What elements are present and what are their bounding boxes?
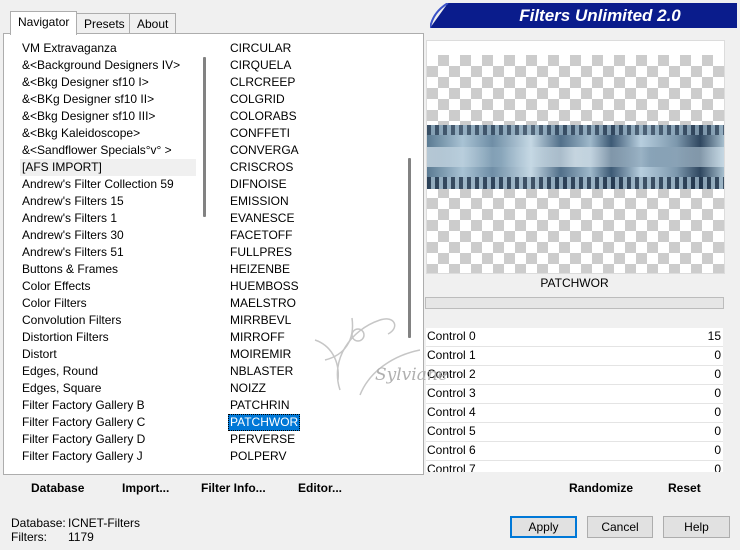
filter-item[interactable]: COLORABS <box>228 108 400 125</box>
control-value[interactable]: 0 <box>714 404 721 421</box>
editor-button[interactable]: Editor... <box>298 481 342 495</box>
tab-presets[interactable]: Presets <box>76 13 133 34</box>
filter-item[interactable]: PERVERSE <box>228 431 400 448</box>
category-item[interactable]: Filter Factory Gallery C <box>20 414 196 431</box>
control-row[interactable]: Control 7 0 <box>426 461 723 472</box>
category-item[interactable]: Andrew's Filters 30 <box>20 227 196 244</box>
filter-item[interactable]: CIRCULAR <box>228 40 400 57</box>
selected-filter-name: PATCHWOR <box>540 276 609 290</box>
category-item[interactable]: &<Bkg Designer sf10 III> <box>20 108 196 125</box>
filters-value: 1179 <box>68 530 94 544</box>
import-button[interactable]: Import... <box>122 481 169 495</box>
control-row[interactable]: Control 6 0 <box>426 442 723 461</box>
category-item[interactable]: VM Extravaganza <box>20 40 196 57</box>
filter-item[interactable]: CRISCROS <box>228 159 400 176</box>
filter-item[interactable]: POLPERV <box>228 448 400 465</box>
control-row[interactable]: Control 5 0 <box>426 423 723 442</box>
tab-navigator[interactable]: Navigator <box>10 11 78 35</box>
category-item[interactable]: &<BKg Designer sf10 II> <box>20 91 196 108</box>
control-row[interactable]: Control 40 <box>426 404 723 423</box>
category-scroll-thumb[interactable] <box>203 57 206 217</box>
category-item[interactable]: Convolution Filters <box>20 312 196 329</box>
filter-item[interactable]: EVANESCE <box>228 210 400 227</box>
preview-image <box>427 125 724 189</box>
category-item[interactable]: &<Sandflower Specials°v° > <box>20 142 196 159</box>
filter-item[interactable]: HEIZENBE <box>228 261 400 278</box>
control-value[interactable]: 0 <box>714 442 721 459</box>
category-item[interactable]: Distort <box>20 346 196 363</box>
control-label: Control 6 <box>427 443 476 457</box>
category-item[interactable]: Distortion Filters <box>20 329 196 346</box>
controls-list[interactable]: Control 0 15 Control 1 0 Control 2 0 Control 3… <box>426 328 723 472</box>
category-item[interactable]: &<Bkg Designer sf10 I> <box>20 74 196 91</box>
category-item[interactable]: Andrew's Filters 15 <box>20 193 196 210</box>
control-row[interactable]: Control 10 <box>426 347 723 366</box>
category-item[interactable]: [AFS IMPORT] <box>20 159 196 176</box>
filter-item[interactable]: CIRQUELA <box>228 57 400 74</box>
category-item[interactable]: Color Effects <box>20 278 196 295</box>
database-label: Database: <box>11 516 66 530</box>
filter-item[interactable]: CLRCREEP <box>228 74 400 91</box>
category-item[interactable]: Color Filters <box>20 295 196 312</box>
control-value[interactable]: 0 <box>714 347 721 364</box>
control-label: Control 5 <box>427 424 476 438</box>
control-value[interactable]: 0 <box>714 385 721 402</box>
apply-button[interactable]: Apply <box>510 516 577 538</box>
category-item[interactable]: &<Background Designers IV> <box>20 57 196 74</box>
control-value[interactable]: 0 <box>714 423 721 440</box>
randomize-button[interactable]: Randomize <box>569 481 633 495</box>
control-row[interactable]: Control 0 15 <box>426 328 723 347</box>
category-item[interactable]: Andrew's Filters 1 <box>20 210 196 227</box>
cancel-button[interactable]: Cancel <box>587 516 653 538</box>
filter-item[interactable]: CONFFETI <box>228 125 400 142</box>
help-button[interactable]: Help <box>663 516 730 538</box>
control-row[interactable]: Control 30 <box>426 385 723 404</box>
tab-about[interactable]: About <box>129 13 177 34</box>
database-button[interactable]: Database <box>31 481 84 495</box>
category-scrollbar[interactable] <box>197 40 214 470</box>
reset-button[interactable]: Reset <box>668 481 701 495</box>
filter-info-button[interactable]: Filter Info... <box>201 481 266 495</box>
control-label: Control 7 <box>427 462 476 472</box>
category-item[interactable]: Andrew's Filters 51 <box>20 244 196 261</box>
control-value[interactable]: 15 <box>708 328 721 345</box>
control-value[interactable]: 0 <box>714 366 721 383</box>
watermark-logo: Sylviane <box>314 317 448 396</box>
category-item[interactable]: Buttons & Frames <box>20 261 196 278</box>
filter-item[interactable]: FACETOFF <box>228 227 400 244</box>
filters-label: Filters: <box>11 530 47 544</box>
filter-item[interactable]: PATCHWOR <box>228 414 301 431</box>
filter-item[interactable]: FULLPRES <box>228 244 400 261</box>
control-row[interactable]: Control 20 <box>426 366 723 385</box>
category-item[interactable]: Edges, Round <box>20 363 196 380</box>
filter-item[interactable]: COLGRID <box>228 91 400 108</box>
category-item[interactable]: Edges, Square <box>20 380 196 397</box>
banner-title: Filters Unlimited 2.0 <box>519 6 681 25</box>
preview-pane <box>426 40 725 274</box>
database-value: ICNET-Filters <box>68 516 140 530</box>
category-list[interactable]: VM Extravaganza &<Background Designers IV… <box>20 40 196 470</box>
category-item[interactable]: Filter Factory Gallery B <box>20 397 196 414</box>
title-banner: Filters Unlimited 2.0 <box>430 3 737 28</box>
progress-bar <box>425 297 724 309</box>
filter-item[interactable]: CONVERGA <box>228 142 400 159</box>
category-item[interactable]: Filter Factory Gallery J <box>20 448 196 465</box>
category-item[interactable]: &<Bkg Kaleidoscope> <box>20 125 196 142</box>
filter-item[interactable]: DIFNOISE <box>228 176 400 193</box>
filter-item[interactable]: HUEMBOSS <box>228 278 400 295</box>
category-item[interactable]: Andrew's Filter Collection 59 <box>20 176 196 193</box>
control-value[interactable]: 0 <box>714 461 721 472</box>
category-item[interactable]: Filter Factory Gallery D <box>20 431 196 448</box>
filter-item[interactable]: EMISSION <box>228 193 400 210</box>
watermark-text: Sylviane <box>375 365 448 385</box>
